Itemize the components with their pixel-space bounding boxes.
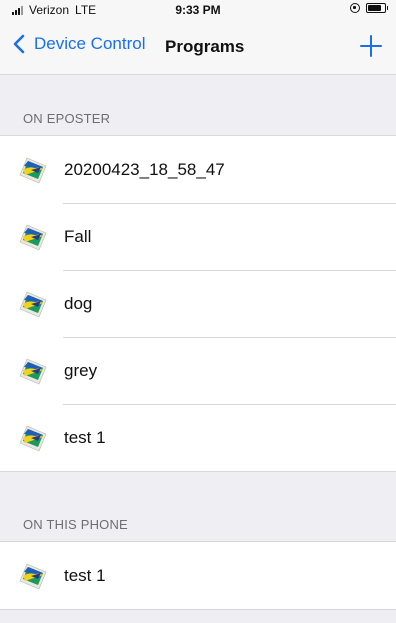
battery-icon [366, 3, 388, 13]
page-title: Programs [165, 37, 245, 56]
list-item[interactable]: test 1 [0, 404, 396, 471]
list-item-label: dog [64, 293, 93, 313]
back-button[interactable]: Device Control [10, 34, 146, 54]
list-item[interactable]: Fall [0, 203, 396, 270]
program-image-icon [19, 291, 47, 317]
rotation-lock-icon [350, 3, 360, 13]
list-item-label: grey [64, 360, 98, 380]
section-header-label: ON THIS PHONE [23, 517, 128, 532]
chevron-left-icon [13, 34, 25, 54]
list-item-label: 20200423_18_58_47 [64, 159, 225, 179]
list-item[interactable]: grey [0, 337, 396, 404]
list-item-label: test 1 [64, 427, 106, 447]
navigation-bar: Device Control Programs [0, 20, 396, 75]
list-item[interactable]: dog [0, 270, 396, 337]
status-bar: Verizon LTE 9:33 PM [0, 0, 396, 20]
list-item-label: test 1 [64, 565, 106, 585]
back-label: Device Control [34, 34, 146, 53]
battery-level [368, 5, 381, 11]
section-header-on-eposter: ON EPOSTER [0, 75, 396, 135]
program-image-icon [19, 358, 47, 384]
status-time: 9:33 PM [175, 3, 221, 17]
program-image-icon [19, 157, 47, 183]
list-item-label: Fall [64, 226, 92, 246]
plus-icon[interactable] [358, 33, 384, 59]
section-header-on-this-phone: ON THIS PHONE [0, 472, 396, 541]
list-item[interactable]: test 1 [0, 542, 396, 609]
list-item[interactable]: 20200423_18_58_47 [0, 136, 396, 203]
on-this-phone-list: test 1 [0, 541, 396, 610]
section-header-label: ON EPOSTER [23, 111, 111, 126]
program-image-icon [19, 425, 47, 451]
status-right [350, 3, 388, 13]
program-image-icon [19, 224, 47, 250]
program-image-icon [19, 563, 47, 589]
on-eposter-list: 20200423_18_58_47 Fall dog grey test 1 [0, 135, 396, 472]
programs-screen: Verizon LTE 9:33 PM Device Control Progr… [0, 0, 396, 623]
